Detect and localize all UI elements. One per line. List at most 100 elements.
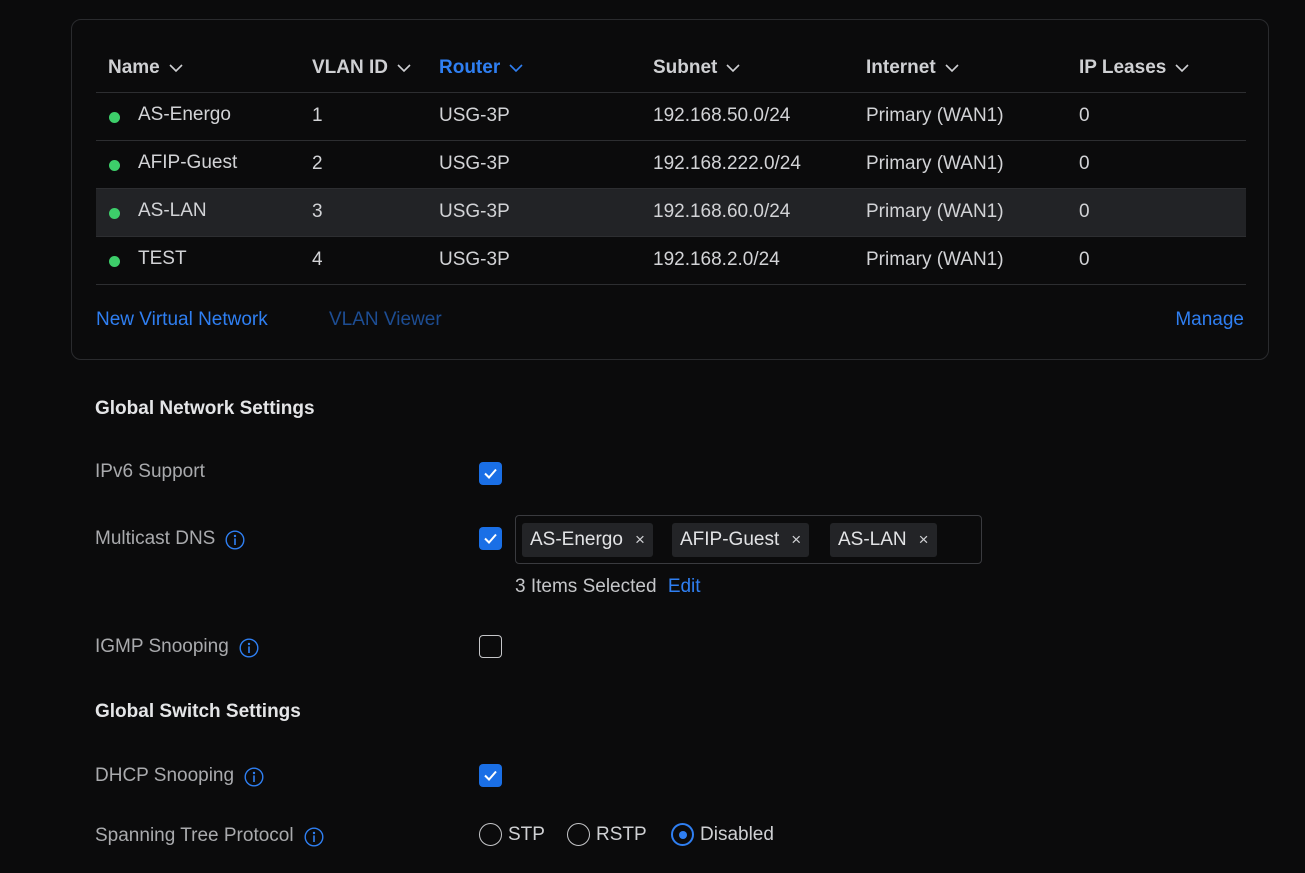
router: USG-3P: [439, 201, 510, 222]
selected-network-tag: AS-LAN ×: [830, 523, 937, 557]
info-icon[interactable]: [239, 638, 259, 658]
tag-label: AS-LAN: [838, 529, 907, 550]
chevron-down-icon: [168, 63, 184, 73]
global-switch-settings-title: Global Switch Settings: [95, 701, 301, 722]
column-header-name[interactable]: Name: [108, 57, 184, 79]
setting-label-text: IPv6 Support: [95, 461, 205, 482]
column-header-vlan-id[interactable]: VLAN ID: [312, 57, 412, 79]
setting-label-text: IGMP Snooping: [95, 635, 229, 657]
multicast-dns-checkbox[interactable]: [479, 527, 502, 550]
chevron-down-icon: [1174, 63, 1190, 73]
vlan-viewer-link[interactable]: VLAN Viewer: [329, 309, 442, 331]
ip-leases: 0: [1079, 153, 1090, 174]
table-row[interactable]: TEST 4 USG-3P 192.168.2.0/24 Primary (WA…: [96, 237, 1246, 285]
subnet: 192.168.60.0/24: [653, 201, 791, 222]
new-virtual-network-link[interactable]: New Virtual Network: [96, 309, 268, 331]
status-dot-icon: [109, 208, 120, 219]
remove-tag-icon[interactable]: ×: [919, 530, 929, 550]
router: USG-3P: [439, 153, 510, 174]
column-header-label: Subnet: [653, 57, 718, 78]
column-header-ip-leases[interactable]: IP Leases: [1079, 57, 1190, 79]
column-header-label: Router: [439, 57, 501, 78]
router: USG-3P: [439, 105, 510, 126]
status-dot-icon: [109, 112, 120, 123]
column-header-label: VLAN ID: [312, 57, 388, 78]
multicast-dns-label: Multicast DNS: [95, 527, 245, 550]
items-selected-summary: 3 Items Selected Edit: [515, 576, 701, 598]
chevron-down-icon: [508, 63, 524, 73]
vlan-id: 1: [312, 105, 323, 126]
ip-leases: 0: [1079, 249, 1090, 270]
setting-label-text: DHCP Snooping: [95, 764, 235, 786]
status-dot-icon: [109, 256, 120, 267]
stp-radio[interactable]: STP: [479, 823, 545, 846]
radio-label: RSTP: [596, 823, 647, 845]
chevron-down-icon: [944, 63, 960, 73]
manage-link[interactable]: Manage: [1175, 309, 1244, 331]
disabled-radio[interactable]: Disabled: [671, 823, 774, 846]
radio-circle: [567, 823, 590, 846]
rstp-radio[interactable]: RSTP: [567, 823, 647, 846]
edit-selection-link[interactable]: Edit: [668, 576, 701, 597]
igmp-snooping-label: IGMP Snooping: [95, 635, 259, 658]
ip-leases: 0: [1079, 201, 1090, 222]
remove-tag-icon[interactable]: ×: [635, 530, 645, 550]
chevron-down-icon: [725, 63, 741, 73]
info-icon[interactable]: [244, 767, 264, 787]
internet: Primary (WAN1): [866, 249, 1004, 270]
internet: Primary (WAN1): [866, 201, 1004, 222]
status-dot-icon: [109, 160, 120, 171]
column-header-label: Name: [108, 57, 160, 78]
dhcp-snooping-label: DHCP Snooping: [95, 764, 264, 787]
table-header: Name VLAN ID Router Subnet Internet IP L…: [96, 53, 1246, 93]
ip-leases: 0: [1079, 105, 1090, 126]
network-name: AS-Energo: [138, 104, 231, 125]
vlan-id: 3: [312, 201, 323, 222]
selected-network-tag: AFIP-Guest ×: [672, 523, 810, 557]
ipv6-support-label: IPv6 Support: [95, 461, 205, 483]
tag-label: AS-Energo: [530, 529, 623, 550]
radio-label: STP: [508, 823, 545, 845]
setting-label-text: Multicast DNS: [95, 527, 216, 549]
spanning-tree-protocol-label: Spanning Tree Protocol: [95, 824, 324, 847]
ipv6-support-checkbox[interactable]: [479, 462, 502, 485]
info-icon[interactable]: [225, 530, 245, 550]
check-icon: [479, 462, 502, 485]
subnet: 192.168.2.0/24: [653, 249, 780, 270]
selected-network-tag: AS-Energo ×: [522, 523, 653, 557]
networks-card: Name VLAN ID Router Subnet Internet IP L…: [71, 19, 1269, 360]
vlan-id: 2: [312, 153, 323, 174]
table-row[interactable]: AS-Energo 1 USG-3P 192.168.50.0/24 Prima…: [96, 93, 1246, 141]
subnet: 192.168.222.0/24: [653, 153, 801, 174]
column-header-router[interactable]: Router: [439, 57, 524, 79]
subnet: 192.168.50.0/24: [653, 105, 791, 126]
multicast-dns-network-select[interactable]: AS-Energo × AFIP-Guest × AS-LAN ×: [515, 515, 982, 564]
column-header-label: Internet: [866, 57, 936, 78]
column-header-subnet[interactable]: Subnet: [653, 57, 741, 79]
items-selected-count: 3 Items Selected: [515, 576, 657, 597]
vlan-id: 4: [312, 249, 323, 270]
network-name: AS-LAN: [138, 200, 207, 221]
tag-label: AFIP-Guest: [680, 529, 780, 550]
info-icon[interactable]: [304, 827, 324, 847]
network-name: AFIP-Guest: [138, 152, 238, 173]
igmp-snooping-checkbox[interactable]: [479, 635, 502, 658]
dhcp-snooping-checkbox[interactable]: [479, 764, 502, 787]
network-name: TEST: [138, 248, 187, 269]
check-icon: [479, 527, 502, 550]
router: USG-3P: [439, 249, 510, 270]
column-header-label: IP Leases: [1079, 57, 1167, 78]
table-row[interactable]: AFIP-Guest 2 USG-3P 192.168.222.0/24 Pri…: [96, 141, 1246, 189]
radio-circle: [479, 823, 502, 846]
setting-label-text: Spanning Tree Protocol: [95, 824, 294, 846]
remove-tag-icon[interactable]: ×: [791, 530, 801, 550]
table-row[interactable]: AS-LAN 3 USG-3P 192.168.60.0/24 Primary …: [96, 189, 1246, 237]
radio-circle-selected: [671, 823, 694, 846]
internet: Primary (WAN1): [866, 153, 1004, 174]
radio-label: Disabled: [700, 823, 774, 845]
check-icon: [479, 764, 502, 787]
column-header-internet[interactable]: Internet: [866, 57, 960, 79]
global-network-settings-title: Global Network Settings: [95, 398, 315, 419]
internet: Primary (WAN1): [866, 105, 1004, 126]
chevron-down-icon: [396, 63, 412, 73]
